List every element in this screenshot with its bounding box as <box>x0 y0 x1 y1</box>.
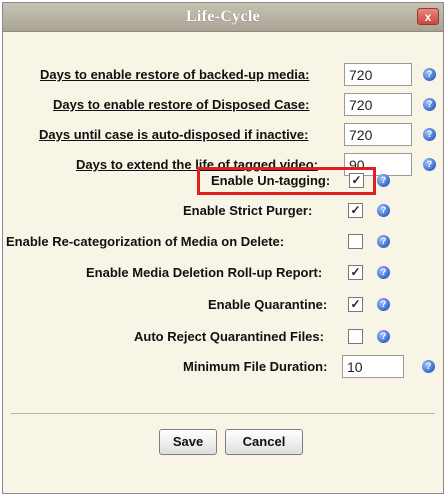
auto-reject-label: Auto Reject Quarantined Files: <box>134 329 324 344</box>
recategorization-checkbox[interactable] <box>348 234 363 249</box>
title-bar: Life-Cycle x <box>3 3 443 32</box>
quarantine-label: Enable Quarantine: <box>208 297 328 312</box>
help-icon[interactable]: ? <box>377 266 390 279</box>
rollup-report-checkbox[interactable]: ✓ <box>348 265 363 280</box>
strict-purger-row: Enable Strict Purger: ✓ ? <box>3 197 443 225</box>
recategorization-label: Enable Re-categorization of Media on Del… <box>6 234 285 249</box>
quarantine-row: Enable Quarantine: ✓ ? <box>3 291 443 319</box>
help-icon[interactable]: ? <box>377 235 390 248</box>
help-icon[interactable]: ? <box>423 68 436 81</box>
cancel-button[interactable]: Cancel <box>225 429 303 455</box>
restore-disposed-label: Days to enable restore of Disposed Case: <box>53 97 310 112</box>
divider <box>11 413 435 414</box>
strict-purger-label: Enable Strict Purger: <box>183 203 313 218</box>
help-icon[interactable]: ? <box>377 204 390 217</box>
auto-dispose-label: Days until case is auto-disposed if inac… <box>39 127 309 142</box>
auto-dispose-row: Days until case is auto-disposed if inac… <box>3 121 443 149</box>
restore-disposed-row: Days to enable restore of Disposed Case:… <box>3 91 443 119</box>
min-duration-row: Minimum File Duration: ? <box>3 353 443 381</box>
help-icon[interactable]: ? <box>422 360 435 373</box>
close-button[interactable]: x <box>417 8 439 25</box>
help-icon[interactable]: ? <box>377 174 390 187</box>
strict-purger-checkbox[interactable]: ✓ <box>348 203 363 218</box>
restore-backup-input[interactable] <box>344 63 412 86</box>
rollup-report-label: Enable Media Deletion Roll-up Report: <box>86 265 323 280</box>
auto-reject-checkbox[interactable] <box>348 329 363 344</box>
rollup-report-row: Enable Media Deletion Roll-up Report: ✓ … <box>3 259 443 287</box>
restore-backup-label: Days to enable restore of backed-up medi… <box>40 67 310 82</box>
recategorization-row: Enable Re-categorization of Media on Del… <box>3 228 443 256</box>
help-icon[interactable]: ? <box>423 128 436 141</box>
restore-backup-row: Days to enable restore of backed-up medi… <box>3 61 443 89</box>
help-icon[interactable]: ? <box>377 298 390 311</box>
life-cycle-dialog: Life-Cycle x Days to enable restore of b… <box>2 2 444 494</box>
save-button[interactable]: Save <box>159 429 217 455</box>
untagging-checkbox[interactable]: ✓ <box>349 173 364 188</box>
quarantine-checkbox[interactable]: ✓ <box>348 297 363 312</box>
help-icon[interactable]: ? <box>377 330 390 343</box>
auto-dispose-input[interactable] <box>344 123 412 146</box>
min-duration-label: Minimum File Duration: <box>183 359 328 374</box>
dialog-title: Life-Cycle <box>185 8 261 25</box>
auto-reject-row: Auto Reject Quarantined Files: ? <box>3 323 443 351</box>
restore-disposed-input[interactable] <box>344 93 412 116</box>
help-icon[interactable]: ? <box>423 98 436 111</box>
untagging-row: Enable Un-tagging: ✓ ? <box>3 167 443 195</box>
untagging-label: Enable Un-tagging: <box>211 173 331 188</box>
min-duration-input[interactable] <box>342 355 404 378</box>
